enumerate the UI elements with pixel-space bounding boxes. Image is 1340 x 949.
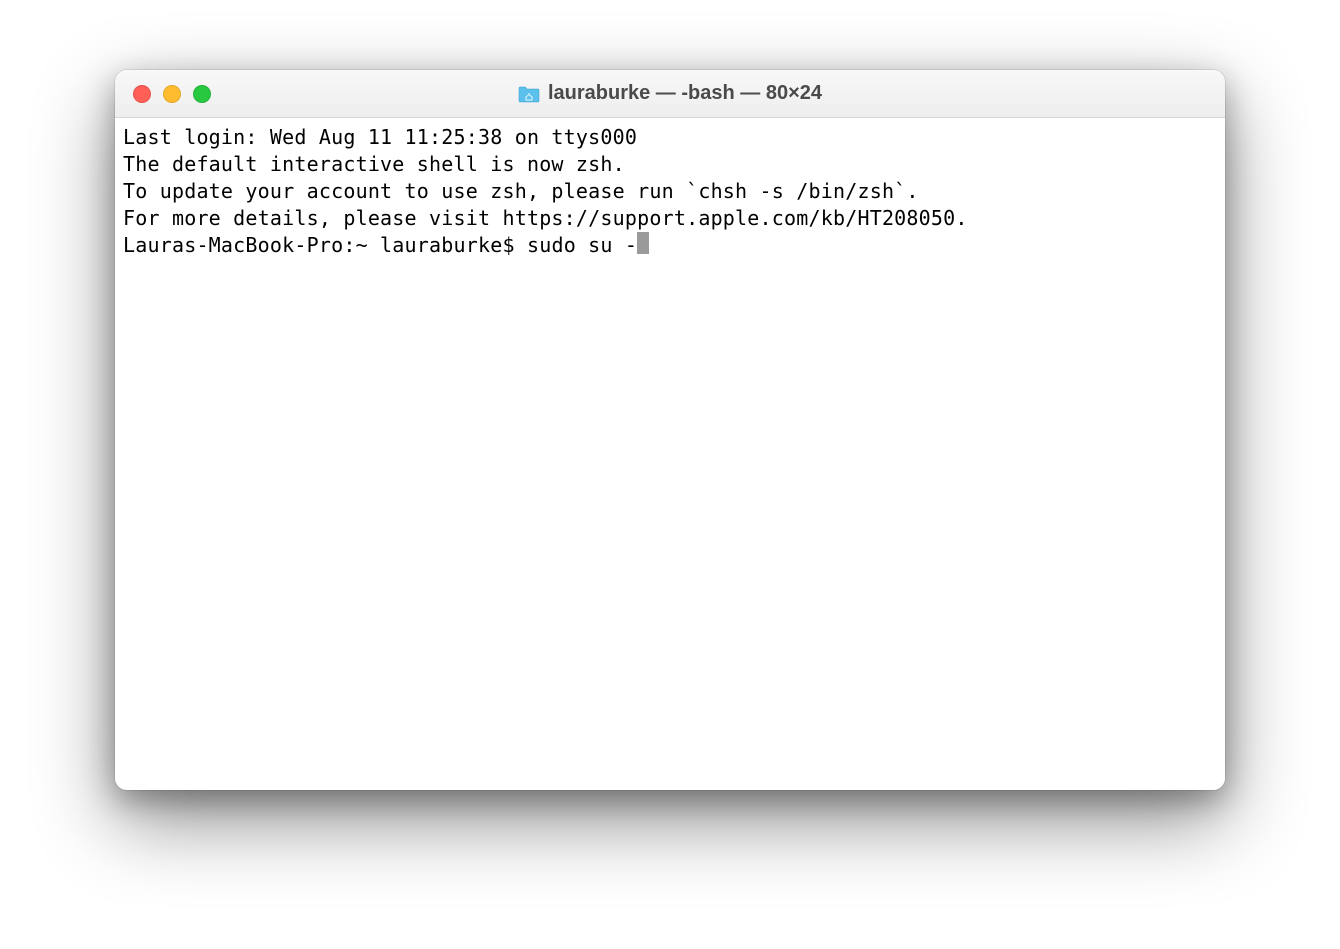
title-container: lauraburke — -bash — 80×24 <box>115 82 1225 105</box>
terminal-line: The default interactive shell is now zsh… <box>123 151 1217 178</box>
window-title: lauraburke — -bash — 80×24 <box>548 82 822 105</box>
terminal-content[interactable]: Last login: Wed Aug 11 11:25:38 on ttys0… <box>115 118 1225 790</box>
window-titlebar[interactable]: lauraburke — -bash — 80×24 <box>115 70 1225 118</box>
minimize-button[interactable] <box>163 85 181 103</box>
traffic-lights <box>115 85 211 103</box>
prompt-line: Lauras-MacBook-Pro:~ lauraburke$ sudo su… <box>123 232 1217 259</box>
cursor <box>637 232 649 254</box>
terminal-line: Last login: Wed Aug 11 11:25:38 on ttys0… <box>123 124 1217 151</box>
home-folder-icon <box>518 85 540 103</box>
typed-command: sudo su - <box>527 232 637 259</box>
terminal-window: lauraburke — -bash — 80×24 Last login: W… <box>115 70 1225 790</box>
zoom-button[interactable] <box>193 85 211 103</box>
shell-prompt: Lauras-MacBook-Pro:~ lauraburke$ <box>123 232 527 259</box>
terminal-line: To update your account to use zsh, pleas… <box>123 178 1217 205</box>
close-button[interactable] <box>133 85 151 103</box>
terminal-line: For more details, please visit https://s… <box>123 205 1217 232</box>
